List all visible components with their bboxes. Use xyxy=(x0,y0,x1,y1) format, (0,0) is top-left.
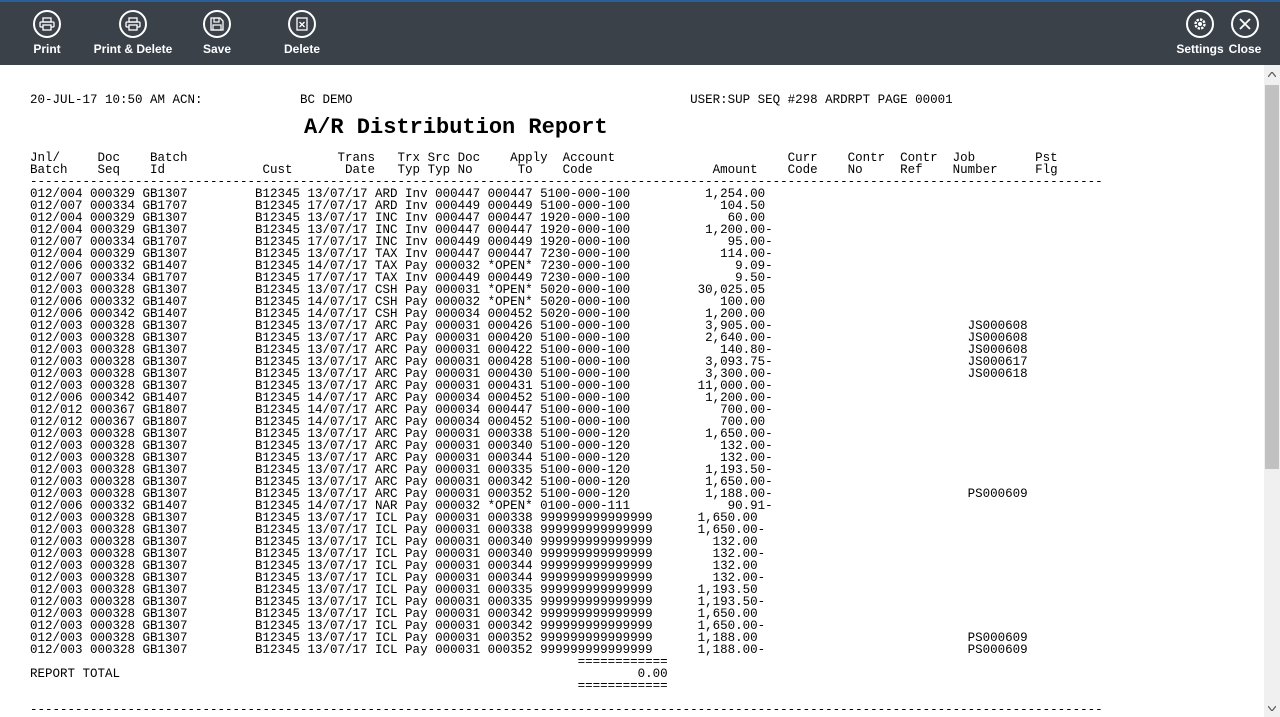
scroll-down-arrow[interactable] xyxy=(1264,701,1280,715)
report-page: 20-JUL-17 10:50 AM ACN: BC DEMO USER:SUP… xyxy=(30,65,1260,717)
report-viewer[interactable]: 20-JUL-17 10:50 AM ACN: BC DEMO USER:SUP… xyxy=(0,65,1264,717)
vertical-scrollbar[interactable] xyxy=(1264,65,1280,717)
close-icon xyxy=(1231,10,1259,38)
close-button[interactable]: Close xyxy=(1228,10,1262,62)
report-title: A/R Distribution Report xyxy=(304,115,608,140)
delete-label: Delete xyxy=(283,42,321,56)
printer-icon xyxy=(33,10,61,38)
footer-separator: ----------------------------------------… xyxy=(30,703,1103,717)
print-label: Print xyxy=(33,42,61,56)
settings-label: Settings xyxy=(1176,42,1224,56)
printer-icon xyxy=(119,10,147,38)
total-rule-bottom: ============ xyxy=(30,679,668,693)
save-button[interactable]: Save xyxy=(200,10,234,62)
delete-icon xyxy=(288,10,316,38)
toolbar: Print Print & Delete Save Delete Setting… xyxy=(0,0,1280,65)
print-delete-button[interactable]: Print & Delete xyxy=(93,10,173,62)
print-button[interactable]: Print xyxy=(29,10,65,62)
scroll-up-arrow[interactable] xyxy=(1264,67,1280,81)
close-label: Close xyxy=(1228,42,1262,56)
save-icon xyxy=(203,10,231,38)
save-label: Save xyxy=(202,42,232,56)
report-rows: 012/004 000329 GB1307 B12345 13/07/17 AR… xyxy=(30,188,1028,657)
settings-button[interactable]: Settings xyxy=(1176,10,1224,62)
report-header-line: 20-JUL-17 10:50 AM ACN: BC DEMO USER:SUP… xyxy=(30,93,953,107)
delete-button[interactable]: Delete xyxy=(282,10,322,62)
print-delete-label: Print & Delete xyxy=(93,42,173,56)
gear-icon xyxy=(1186,10,1214,38)
scrollbar-thumb[interactable] xyxy=(1265,85,1279,469)
